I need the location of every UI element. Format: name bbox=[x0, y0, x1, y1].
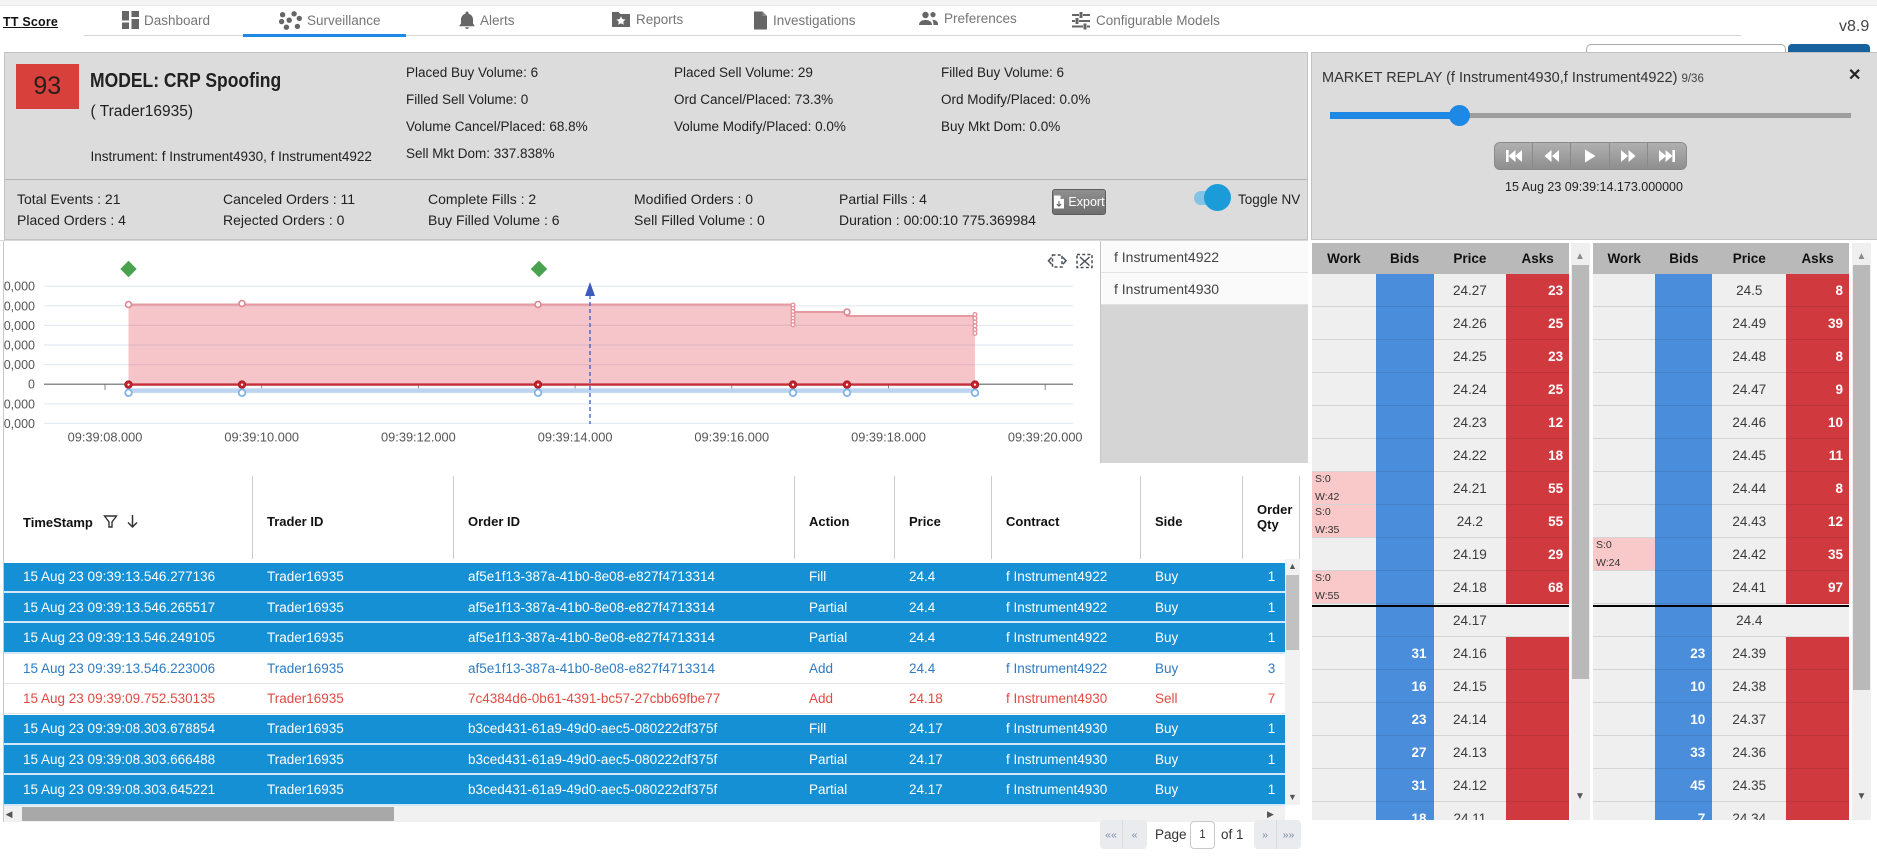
svg-text:0,000: 0,000 bbox=[4, 299, 35, 313]
svg-text:0,000: 0,000 bbox=[4, 417, 35, 431]
svg-text:09:39:12.000: 09:39:12.000 bbox=[381, 430, 456, 445]
svg-text:09:39:20.000: 09:39:20.000 bbox=[1008, 430, 1083, 445]
svg-text:09:39:08.000: 09:39:08.000 bbox=[68, 430, 143, 445]
svg-text:0,000: 0,000 bbox=[4, 319, 35, 333]
svg-text:0,000: 0,000 bbox=[4, 397, 35, 411]
svg-text:0,000: 0,000 bbox=[4, 358, 35, 372]
svg-text:09:39:10.000: 09:39:10.000 bbox=[224, 430, 299, 445]
svg-text:0: 0 bbox=[28, 378, 35, 392]
svg-text:0,000: 0,000 bbox=[4, 280, 35, 294]
svg-text:09:39:16.000: 09:39:16.000 bbox=[694, 430, 769, 445]
svg-text:09:39:18.000: 09:39:18.000 bbox=[851, 430, 926, 445]
svg-text:09:39:14.000: 09:39:14.000 bbox=[538, 430, 613, 445]
svg-text:0,000: 0,000 bbox=[4, 339, 35, 353]
